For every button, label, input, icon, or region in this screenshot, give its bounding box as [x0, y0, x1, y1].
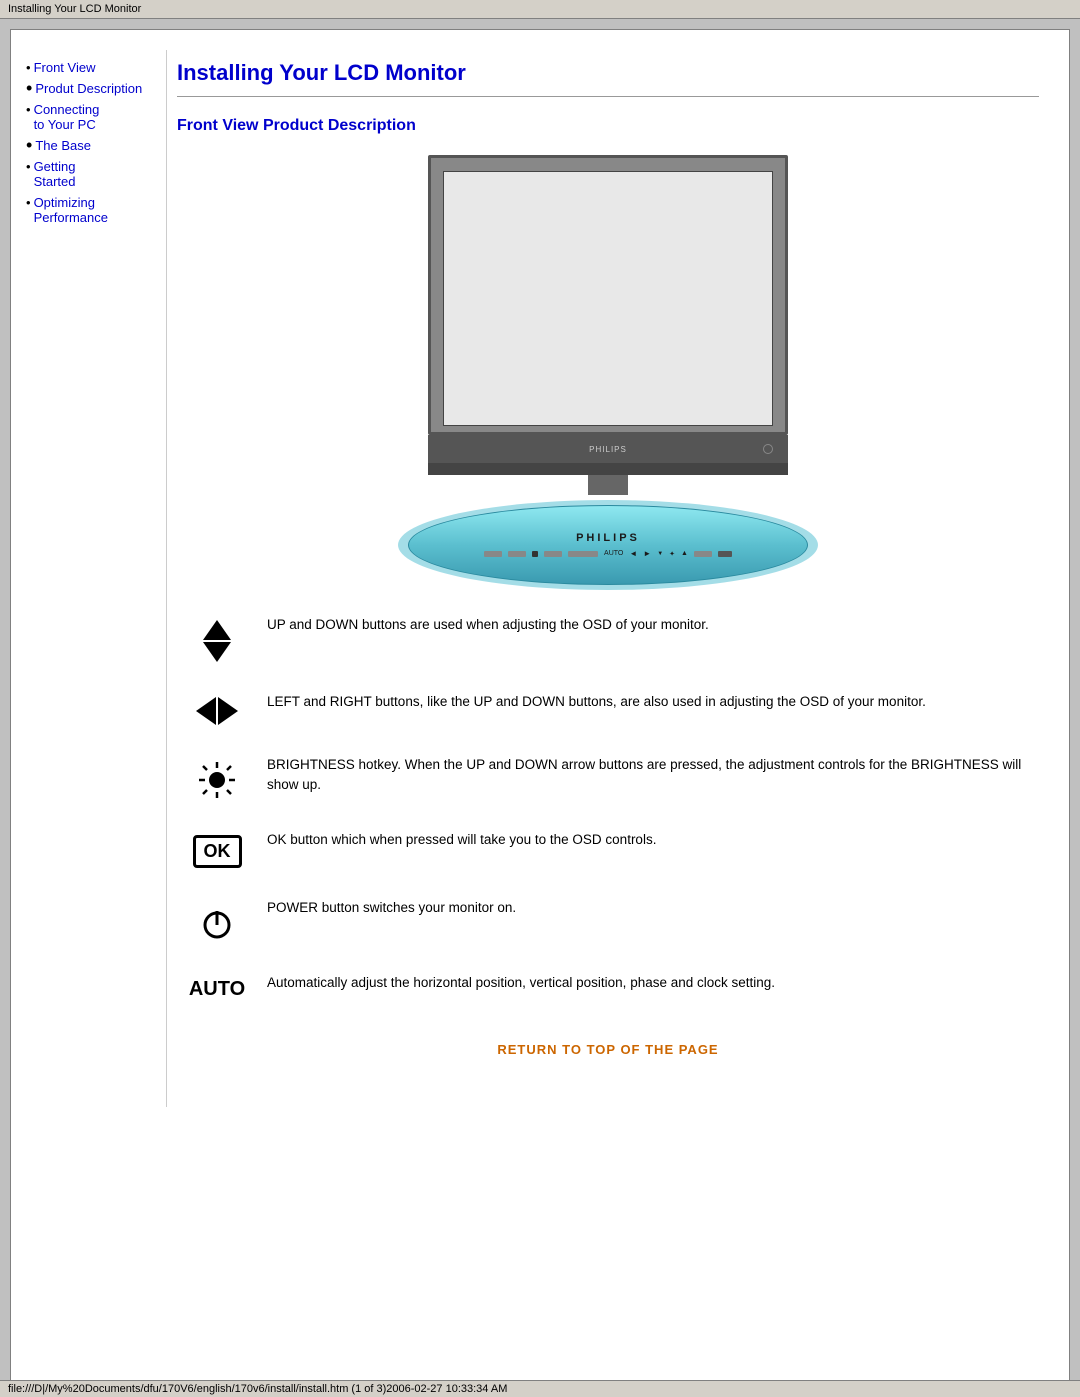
sidebar-item-optimizing[interactable]: • OptimizingPerformance — [26, 195, 156, 227]
arrow-right: ► — [643, 549, 651, 558]
monitor-screen-inner — [443, 171, 773, 426]
feature-text-updown: UP and DOWN buttons are used when adjust… — [257, 615, 1039, 635]
section-title: Front View Product Description — [177, 117, 1039, 135]
brightness-symbol: ✦ — [669, 550, 675, 558]
dot-bullet-2: • — [26, 81, 32, 95]
monitor-base: PHILIPS AUTO ◄ ► ▼ ✦ ▲ — [398, 495, 818, 595]
title-bar-text: Installing Your LCD Monitor — [8, 3, 141, 15]
divider — [177, 96, 1039, 97]
feature-icon-leftright — [177, 697, 257, 725]
oval-circle — [532, 551, 538, 557]
sidebar-link-produt[interactable]: Produt Description — [35, 81, 142, 96]
feature-row-updown: UP and DOWN buttons are used when adjust… — [177, 615, 1039, 662]
feature-text-brightness: BRIGHTNESS hotkey. When the UP and DOWN … — [257, 755, 1039, 796]
sidebar-item-base[interactable]: • The Base — [26, 138, 156, 155]
feature-row-auto: AUTO Automatically adjust the horizontal… — [177, 973, 1039, 1001]
arrow-bullet-5: • — [26, 159, 31, 174]
oval-btn-2 — [508, 551, 526, 557]
main-content: Installing Your LCD Monitor Front View P… — [166, 50, 1069, 1107]
status-bar: file:///D|/My%20Documents/dfu/170V6/engl… — [0, 1380, 1080, 1397]
oval-brand-text: PHILIPS — [576, 532, 640, 544]
return-link[interactable]: RETURN TO TOP OF THE PAGE — [497, 1042, 718, 1057]
monitor-neck — [588, 475, 628, 495]
feature-text-ok: OK button which when pressed will take y… — [257, 830, 1039, 850]
features-table: UP and DOWN buttons are used when adjust… — [177, 615, 1039, 1001]
oval-btn-5 — [694, 551, 712, 557]
oval-btn-4 — [568, 551, 598, 557]
sidebar-link-frontview[interactable]: Front View — [34, 60, 96, 75]
return-link-container: RETURN TO TOP OF THE PAGE — [177, 1041, 1039, 1057]
monitor-brand-label: PHILIPS — [589, 445, 627, 454]
sidebar-item-getting-started[interactable]: • GettingStarted — [26, 159, 156, 191]
arrow-bullet-1: • — [26, 60, 31, 75]
oval-btn-3 — [544, 551, 562, 557]
sidebar-link-optimizing[interactable]: OptimizingPerformance — [34, 195, 108, 225]
auto-icon: AUTO — [189, 978, 245, 1001]
monitor-image: PHILIPS PHILIPS — [398, 155, 818, 595]
status-bar-text: file:///D|/My%20Documents/dfu/170V6/engl… — [8, 1383, 507, 1395]
sidebar-item-produt[interactable]: • Produt Description — [26, 81, 156, 98]
sidebar-link-getting-started[interactable]: GettingStarted — [34, 159, 76, 189]
up-arrow: ▲ — [681, 550, 688, 557]
feature-icon-power — [177, 903, 257, 943]
dot-bullet-4: • — [26, 138, 32, 152]
ok-icon: OK — [193, 835, 242, 868]
oval-buttons: AUTO ◄ ► ▼ ✦ ▲ — [484, 549, 732, 558]
feature-icon-auto: AUTO — [177, 978, 257, 1001]
sidebar-link-base[interactable]: The Base — [35, 138, 91, 153]
feature-row-ok: OK OK button which when pressed will tak… — [177, 830, 1039, 868]
sidebar-link-connecting[interactable]: Connectingto Your PC — [34, 102, 100, 132]
title-bar: Installing Your LCD Monitor — [0, 0, 1080, 19]
feature-text-auto: Automatically adjust the horizontal posi… — [257, 973, 1039, 993]
feature-text-power: POWER button switches your monitor on. — [257, 898, 1039, 918]
feature-icon-brightness — [177, 760, 257, 800]
feature-icon-ok: OK — [177, 835, 257, 868]
feature-text-leftright: LEFT and RIGHT buttons, like the UP and … — [257, 692, 1039, 712]
monitor-screen-outer — [428, 155, 788, 435]
arrow-left: ◄ — [629, 549, 637, 558]
oval-btn-6 — [718, 551, 732, 557]
brightness-icon — [197, 760, 237, 800]
sidebar-item-connecting[interactable]: • Connectingto Your PC — [26, 102, 156, 134]
feature-row-power: POWER button switches your monitor on. — [177, 898, 1039, 943]
monitor-controls — [428, 463, 788, 475]
feature-row-brightness: BRIGHTNESS hotkey. When the UP and DOWN … — [177, 755, 1039, 800]
arrow-bullet-3: • — [26, 102, 31, 117]
oval-main: PHILIPS AUTO ◄ ► ▼ ✦ ▲ — [408, 505, 808, 585]
power-icon — [197, 903, 237, 943]
auto-label: AUTO — [604, 550, 623, 557]
feature-icon-updown — [177, 620, 257, 662]
sidebar: • Front View • Produt Description • Conn… — [11, 50, 166, 1107]
arrow-bullet-6: • — [26, 195, 31, 210]
page-title: Installing Your LCD Monitor — [177, 60, 1039, 86]
browser-outer: • Front View • Produt Description • Conn… — [10, 29, 1070, 1389]
sidebar-item-frontview[interactable]: • Front View — [26, 60, 156, 77]
symbol-1: ▼ — [657, 551, 663, 557]
monitor-brand-bar: PHILIPS — [428, 435, 788, 463]
feature-row-leftright: LEFT and RIGHT buttons, like the UP and … — [177, 692, 1039, 725]
oval-btn-1 — [484, 551, 502, 557]
